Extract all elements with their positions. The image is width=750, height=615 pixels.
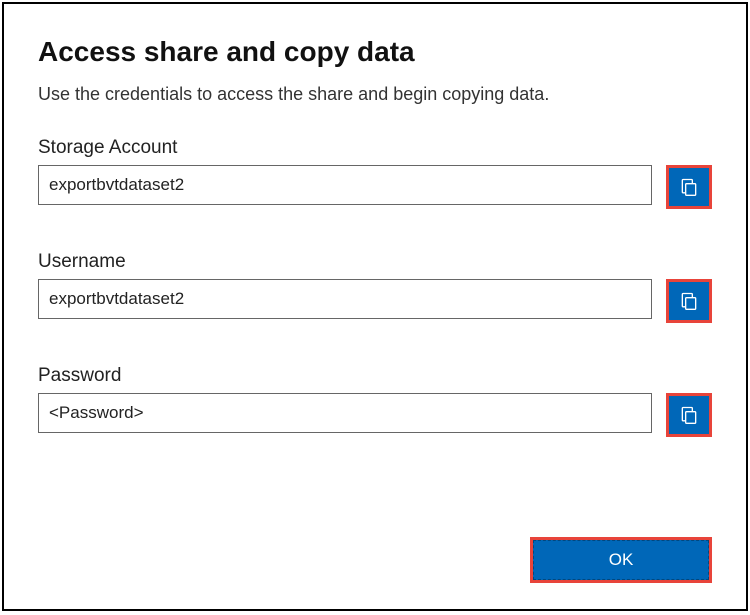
highlight-box — [666, 165, 712, 209]
access-share-panel: Access share and copy data Use the crede… — [2, 2, 748, 611]
password-input[interactable] — [38, 393, 652, 433]
password-group: Password — [38, 365, 712, 437]
storage-account-input[interactable] — [38, 165, 652, 205]
ok-button[interactable]: OK — [533, 540, 709, 580]
username-label: Username — [38, 251, 712, 273]
username-input[interactable] — [38, 279, 652, 319]
highlight-box — [666, 393, 712, 437]
highlight-box — [666, 279, 712, 323]
footer: OK — [530, 537, 712, 583]
copy-icon — [679, 291, 699, 311]
highlight-box: OK — [530, 537, 712, 583]
copy-icon — [679, 405, 699, 425]
storage-account-label: Storage Account — [38, 137, 712, 159]
copy-password-button[interactable] — [669, 396, 709, 434]
copy-icon — [679, 177, 699, 197]
copy-storage-button[interactable] — [669, 168, 709, 206]
storage-account-group: Storage Account — [38, 137, 712, 209]
page-title: Access share and copy data — [38, 36, 712, 68]
copy-username-button[interactable] — [669, 282, 709, 320]
page-subtitle: Use the credentials to access the share … — [38, 84, 712, 105]
password-label: Password — [38, 365, 712, 387]
username-group: Username — [38, 251, 712, 323]
